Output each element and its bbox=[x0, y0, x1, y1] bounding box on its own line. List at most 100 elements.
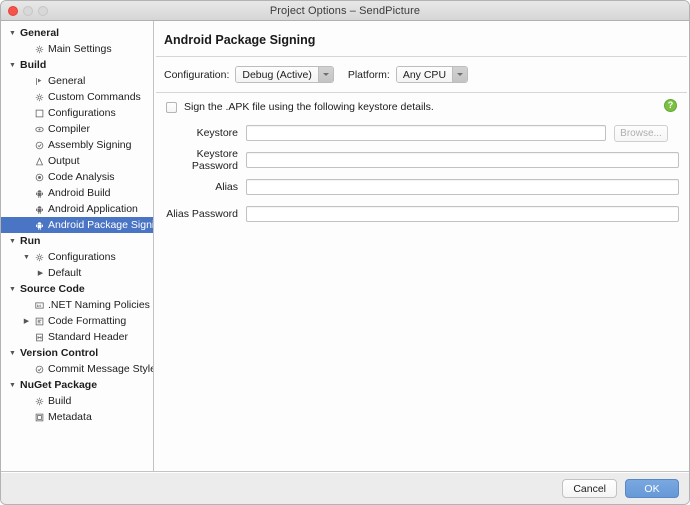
configuration-label: Configuration: bbox=[164, 68, 230, 81]
gear-icon bbox=[32, 45, 46, 54]
sidebar-item-code-formatting[interactable]: ▶ Code Formatting bbox=[1, 313, 153, 329]
sidebar-item-label: Version Control bbox=[20, 347, 99, 359]
sidebar-item-label: Standard Header bbox=[48, 331, 128, 343]
configuration-row: Configuration: Debug (Active) Platform: … bbox=[154, 57, 689, 83]
chevron-down-icon[interactable]: ▼ bbox=[7, 62, 18, 69]
sidebar-item-configurations[interactable]: ▼ Configurations bbox=[1, 249, 153, 265]
ok-button[interactable]: OK bbox=[625, 479, 679, 498]
sidebar-item-label: Run bbox=[20, 235, 41, 247]
keystore-password-input[interactable] bbox=[246, 152, 679, 168]
sidebar-item-assembly-signing[interactable]: Assembly Signing bbox=[1, 137, 153, 153]
sidebar-item-label: .NET Naming Policies bbox=[48, 299, 150, 311]
android-icon bbox=[32, 221, 46, 230]
keystore-field-row: Keystore Browse... bbox=[154, 124, 689, 142]
help-icon[interactable]: ? bbox=[664, 99, 677, 112]
sidebar-item-build[interactable]: Build bbox=[1, 393, 153, 409]
chevron-down-icon[interactable]: ▼ bbox=[7, 286, 18, 293]
configuration-dropdown[interactable]: Debug (Active) bbox=[235, 66, 334, 83]
sidebar-item-custom-commands[interactable]: Custom Commands bbox=[1, 89, 153, 105]
sidebar-item-label: Main Settings bbox=[48, 43, 112, 55]
chevron-down-icon bbox=[317, 67, 333, 82]
traffic-lights bbox=[8, 6, 48, 16]
sign-apk-label: Sign the .APK file using the following k… bbox=[184, 101, 434, 113]
header-icon bbox=[32, 333, 46, 342]
keystore-password-label: Keystore Password bbox=[191, 148, 238, 172]
sidebar-item-source-code[interactable]: ▼ Source Code bbox=[1, 281, 153, 297]
alias-password-input[interactable] bbox=[246, 206, 679, 222]
sidebar-item-label: Build bbox=[48, 395, 72, 407]
alias-field-row: Alias bbox=[154, 179, 689, 195]
sidebar-item-label: Code Formatting bbox=[48, 315, 127, 327]
sidebar-item-commit-message-style[interactable]: Commit Message Style bbox=[1, 361, 153, 377]
close-button-icon[interactable] bbox=[8, 6, 18, 16]
main-panel: Android Package Signing Configuration: D… bbox=[154, 21, 689, 471]
sidebar-item-run[interactable]: ▼ Run bbox=[1, 233, 153, 249]
sidebar-item-android-application[interactable]: Android Application bbox=[1, 201, 153, 217]
sidebar-item-build[interactable]: ▼ Build bbox=[1, 57, 153, 73]
sidebar-item-main-settings[interactable]: Main Settings bbox=[1, 41, 153, 57]
keystore-form: Keystore Browse... Keystore Password Alias A… bbox=[154, 113, 689, 222]
android-icon bbox=[32, 189, 46, 198]
chevron-down-icon[interactable]: ▼ bbox=[21, 254, 32, 261]
gear-icon bbox=[32, 397, 46, 406]
sidebar-item-nuget-package[interactable]: ▼ NuGet Package bbox=[1, 377, 153, 393]
sidebar-item-label: Android Package Signing bbox=[48, 219, 154, 231]
sidebar-item-general[interactable]: ▼ General bbox=[1, 25, 153, 41]
sidebar-item-compiler[interactable]: Compiler bbox=[1, 121, 153, 137]
sidebar-item-label: Metadata bbox=[48, 411, 92, 423]
sidebar-item-general[interactable]: General bbox=[1, 73, 153, 89]
chevron-down-icon[interactable]: ▼ bbox=[7, 382, 18, 389]
sidebar-item-label: Output bbox=[48, 155, 80, 167]
sidebar-item-label: Android Build bbox=[48, 187, 111, 199]
platform-dropdown[interactable]: Any CPU bbox=[395, 66, 469, 83]
sidebar-item-label: Configurations bbox=[48, 107, 116, 119]
radio-icon bbox=[32, 173, 46, 182]
chevron-down-icon[interactable]: ▼ bbox=[7, 350, 18, 357]
gear-icon bbox=[32, 93, 46, 102]
keystore-input[interactable] bbox=[246, 125, 606, 141]
sign-apk-checkbox-row[interactable]: Sign the .APK file using the following k… bbox=[154, 93, 689, 113]
sidebar-item-code-analysis[interactable]: Code Analysis bbox=[1, 169, 153, 185]
cancel-button[interactable]: Cancel bbox=[562, 479, 617, 498]
dialog-footer: Cancel OK bbox=[1, 472, 689, 504]
seal-icon bbox=[32, 141, 46, 150]
chevron-right-icon[interactable]: ▶ bbox=[35, 270, 46, 277]
sign-apk-checkbox[interactable] bbox=[166, 101, 177, 113]
sidebar-item-standard-header[interactable]: Standard Header bbox=[1, 329, 153, 345]
chevron-down-icon bbox=[452, 67, 468, 82]
android-icon bbox=[32, 205, 46, 214]
chevron-right-icon[interactable]: ▶ bbox=[21, 318, 32, 325]
keystore-label: Keystore bbox=[196, 127, 238, 139]
chevron-down-icon[interactable]: ▼ bbox=[7, 238, 18, 245]
page-title: Android Package Signing bbox=[164, 33, 316, 47]
chevron-down-icon[interactable]: ▼ bbox=[7, 30, 18, 37]
sidebar-item-metadata[interactable]: Metadata bbox=[1, 409, 153, 425]
triangle-icon bbox=[32, 156, 46, 166]
sidebar-item-version-control[interactable]: ▼ Version Control bbox=[1, 345, 153, 361]
sidebar-item-label: Source Code bbox=[20, 283, 85, 295]
sidebar-item-default[interactable]: ▶ Default bbox=[1, 265, 153, 281]
sidebar-item-label: Android Application bbox=[48, 203, 138, 215]
sidebar-item-label: Custom Commands bbox=[48, 91, 141, 103]
sidebar-item-configurations[interactable]: Configurations bbox=[1, 105, 153, 121]
sidebar-item-android-build[interactable]: Android Build bbox=[1, 185, 153, 201]
project-options-window: Project Options – SendPicture ▼ General Ma… bbox=[0, 0, 690, 505]
sidebar-item-label: Commit Message Style bbox=[48, 363, 154, 375]
sidebar-item-output[interactable]: Output bbox=[1, 153, 153, 169]
compiler-icon bbox=[32, 125, 46, 134]
alias-password-label: Alias Password bbox=[166, 208, 238, 220]
sidebar-item-label: General bbox=[20, 27, 60, 39]
zoom-button-icon[interactable] bbox=[38, 6, 48, 16]
alias-input[interactable] bbox=[246, 179, 679, 195]
window-titlebar: Project Options – SendPicture bbox=[1, 1, 689, 21]
sidebar-item-label: General bbox=[48, 75, 86, 87]
sidebar-item-label: NuGet Package bbox=[20, 379, 98, 391]
minimize-button-icon[interactable] bbox=[23, 6, 33, 16]
browse-button[interactable]: Browse... bbox=[614, 124, 668, 142]
settings-tree-sidebar[interactable]: ▼ General Main Settings ▼ Build General Custom… bbox=[1, 21, 154, 471]
sidebar-item-net-naming-policies[interactable]: .NET Naming Policies bbox=[1, 297, 153, 313]
configuration-value: Debug (Active) bbox=[236, 67, 318, 82]
sidebar-item-android-package-signing[interactable]: Android Package Signing bbox=[1, 217, 153, 233]
sidebar-item-label: Compiler bbox=[48, 123, 91, 135]
sidebar-item-label: Configurations bbox=[48, 251, 116, 263]
